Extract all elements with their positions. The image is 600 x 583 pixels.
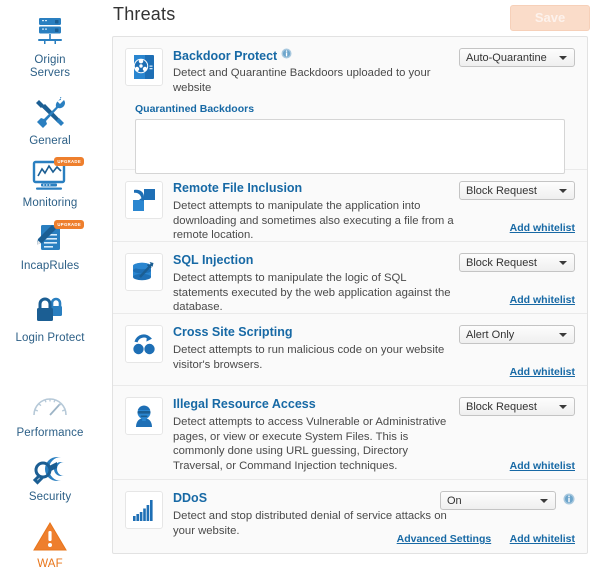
server-rack-icon — [0, 12, 100, 52]
threat-links: Add whitelist — [496, 218, 575, 236]
select-value: Block Request — [466, 257, 537, 269]
add-whitelist-link[interactable]: Add whitelist — [510, 366, 575, 378]
quarantined-backdoors-list[interactable] — [135, 119, 565, 175]
cross-site-scripting-select[interactable]: Alert Only — [459, 325, 575, 344]
bar-chart-icon — [125, 491, 163, 529]
threat-row-illegal-resource-access: Illegal Resource Access Detect attempts … — [113, 386, 587, 480]
select-value: On — [447, 495, 462, 507]
sidebar-item-general[interactable]: General — [0, 93, 100, 148]
sidebar-item-label: General — [29, 135, 71, 147]
threat-title: SQL Injection — [173, 253, 254, 268]
monitor-chart-icon: UPGRADE — [0, 155, 100, 195]
hacker-person-icon — [125, 397, 163, 435]
add-whitelist-link[interactable]: Add whitelist — [510, 533, 575, 545]
select-value: Block Request — [466, 401, 537, 413]
sidebar: Origin Servers General UPGRADE Monitorin… — [0, 0, 100, 583]
padlocks-icon — [0, 290, 100, 330]
threat-control: Block Request — [405, 181, 575, 200]
threat-title: Remote File Inclusion — [173, 181, 303, 196]
database-injection-icon — [125, 253, 163, 291]
threat-description: Detect attempts to manipulate the logic … — [173, 272, 451, 313]
threat-control: Auto-Quarantine — [405, 48, 575, 67]
chevron-down-icon — [559, 261, 567, 265]
chevron-down-icon — [559, 56, 567, 60]
upgrade-badge: UPGRADE — [54, 157, 84, 166]
add-whitelist-link[interactable]: Add whitelist — [510, 222, 575, 234]
select-value: Block Request — [466, 185, 537, 197]
select-value: Auto-Quarantine — [466, 52, 547, 64]
chevron-down-icon — [559, 405, 567, 409]
select-value: Alert Only — [466, 329, 515, 341]
threat-control: On — [405, 491, 575, 510]
threat-row-backdoor-protect: Backdoor Protect Detect and Quarantine B… — [113, 37, 587, 193]
chevron-down-icon — [559, 189, 567, 193]
sidebar-item-incaprules[interactable]: UPGRADE IncapRules — [0, 218, 100, 273]
advanced-settings-link[interactable]: Advanced Settings — [397, 533, 492, 545]
sidebar-item-label: Performance — [16, 427, 84, 439]
threats-panel: Backdoor Protect Detect and Quarantine B… — [112, 36, 588, 554]
info-icon[interactable] — [281, 46, 292, 64]
threat-control: Alert Only — [405, 325, 575, 344]
threat-description: Detect attempts to run malicious code on… — [173, 344, 445, 371]
key-icon — [0, 449, 100, 489]
threat-row-ddos: DDoS Detect and stop distributed denial … — [113, 480, 587, 552]
threat-title: Backdoor Protect — [173, 48, 278, 63]
threat-row-sql-injection: SQL Injection Detect attempts to manipul… — [113, 242, 587, 314]
sidebar-item-label: Login Protect — [15, 332, 85, 344]
illegal-resource-access-select[interactable]: Block Request — [459, 397, 575, 416]
document-pencil-icon: UPGRADE — [0, 218, 100, 258]
sidebar-item-label: WAF — [37, 558, 63, 570]
sidebar-item-label: Monitoring — [22, 197, 78, 209]
sidebar-item-label: IncapRules — [20, 260, 80, 272]
threat-title: Illegal Resource Access — [173, 397, 316, 412]
ddos-select[interactable]: On — [440, 491, 556, 510]
sidebar-item-origin-servers[interactable]: Origin Servers — [0, 12, 100, 80]
threat-links: Advanced Settings Add whitelist — [383, 529, 575, 547]
threat-description: Detect attempts to access Vulnerable or … — [173, 416, 447, 472]
threat-links: Add whitelist — [496, 290, 575, 308]
backdoor-protect-select[interactable]: Auto-Quarantine — [459, 48, 575, 67]
threat-description: Detect attempts to manipulate the applic… — [173, 200, 454, 241]
save-button[interactable]: Save — [510, 5, 590, 31]
main-content: Threats Save Backdoor Protect Detect and… — [100, 0, 600, 583]
threat-row-cross-site-scripting: Cross Site Scripting Detect attempts to … — [113, 314, 587, 386]
sidebar-item-label: Origin Servers — [29, 54, 71, 79]
threat-description: Detect and Quarantine Backdoors uploaded… — [173, 67, 431, 94]
warning-triangle-icon — [0, 516, 100, 556]
threat-title: DDoS — [173, 491, 208, 506]
tools-wrench-screwdriver-icon — [0, 93, 100, 133]
sidebar-item-waf[interactable]: WAF — [0, 516, 100, 571]
sidebar-item-security[interactable]: Security — [0, 449, 100, 504]
page-title: Threats — [113, 4, 176, 24]
quarantined-backdoors-label: Quarantined Backdoors — [135, 103, 255, 116]
chevron-down-icon — [559, 333, 567, 337]
sidebar-item-login-protect[interactable]: Login Protect — [0, 290, 100, 345]
backdoor-door-biohazard-icon — [125, 48, 163, 86]
chevron-down-icon — [540, 499, 548, 503]
threat-control: Block Request — [405, 253, 575, 272]
threat-title: Cross Site Scripting — [173, 325, 293, 340]
add-whitelist-link[interactable]: Add whitelist — [510, 294, 575, 306]
sidebar-item-monitoring[interactable]: UPGRADE Monitoring — [0, 155, 100, 210]
threat-links: Add whitelist — [496, 362, 575, 380]
threat-control: Block Request — [405, 397, 575, 416]
cross-site-scripting-icon — [125, 325, 163, 363]
sidebar-item-label: Security — [28, 491, 72, 503]
sidebar-item-performance[interactable]: Performance — [0, 385, 100, 440]
remote-file-inclusion-icon — [125, 181, 163, 219]
sql-injection-select[interactable]: Block Request — [459, 253, 575, 272]
remote-file-inclusion-select[interactable]: Block Request — [459, 181, 575, 200]
info-icon[interactable] — [563, 492, 575, 510]
add-whitelist-link[interactable]: Add whitelist — [510, 460, 575, 472]
speed-gauge-icon — [0, 385, 100, 425]
upgrade-badge: UPGRADE — [54, 220, 84, 229]
threat-row-remote-file-inclusion: Remote File Inclusion Detect attempts to… — [113, 170, 587, 242]
threat-links: Add whitelist — [496, 456, 575, 474]
